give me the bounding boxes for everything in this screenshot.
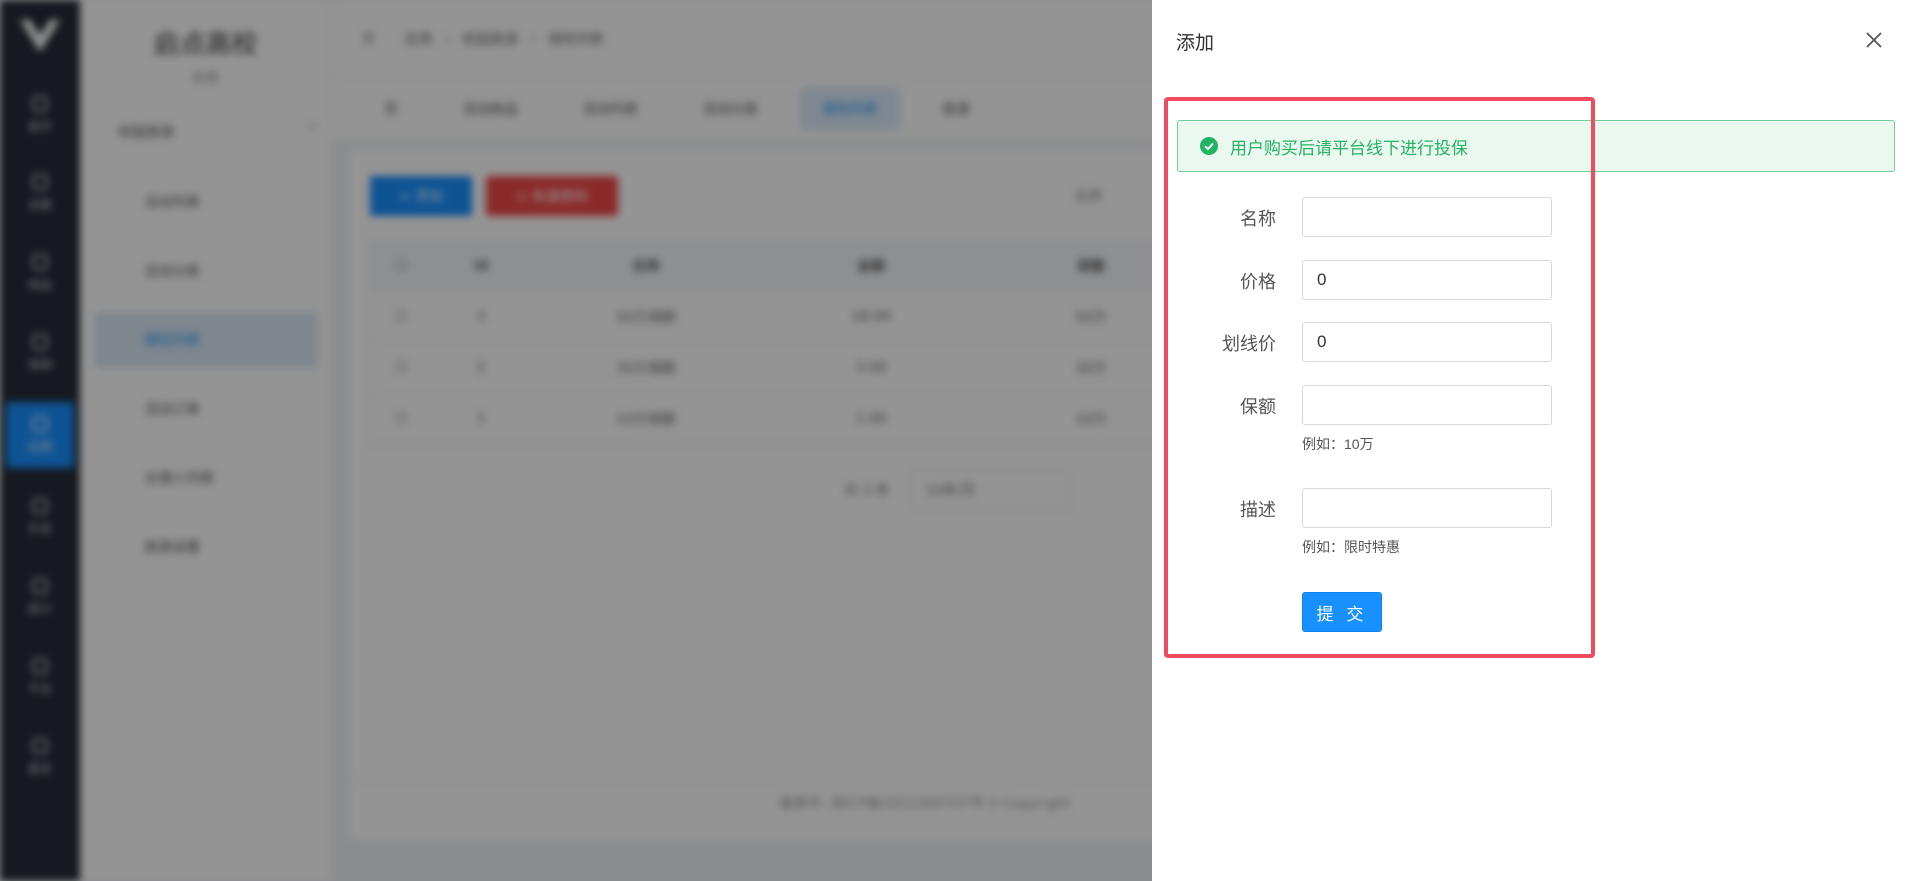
description-input[interactable] xyxy=(1302,488,1552,528)
coverage-label: 保额 xyxy=(1240,397,1276,417)
coverage-input[interactable] xyxy=(1302,385,1552,425)
info-alert: 用户购买后请平台线下进行投保 xyxy=(1177,120,1895,172)
submit-button[interactable]: 提 交 xyxy=(1302,592,1382,632)
name-input[interactable] xyxy=(1302,197,1552,237)
description-label: 描述 xyxy=(1240,500,1276,520)
drawer-title: 添加 xyxy=(1176,33,1215,54)
price-label: 价格 xyxy=(1240,272,1276,292)
add-drawer: 添加 用户购买后请平台线下进行投保 名称 价格 划线价 保额 例如：10万 描述… xyxy=(1152,0,1919,881)
price-input[interactable] xyxy=(1302,260,1552,300)
close-icon[interactable] xyxy=(1862,28,1886,52)
name-label: 名称 xyxy=(1240,209,1276,229)
success-check-icon xyxy=(1200,137,1218,155)
strike-price-label: 划线价 xyxy=(1222,334,1276,354)
coverage-hint: 例如：10万 xyxy=(1302,436,1374,452)
description-hint: 例如：限时特惠 xyxy=(1302,539,1400,555)
strike-price-input[interactable] xyxy=(1302,322,1552,362)
alert-text: 用户购买后请平台线下进行投保 xyxy=(1230,138,1468,158)
